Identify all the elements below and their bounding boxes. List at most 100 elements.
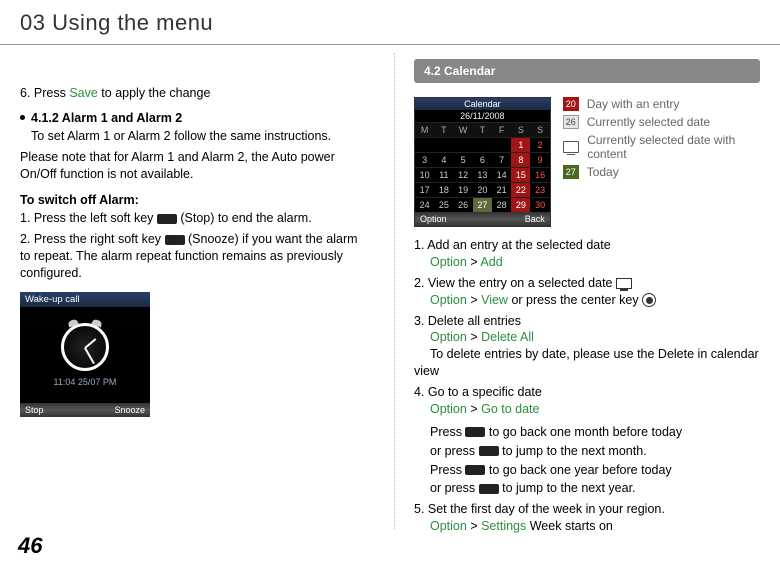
cal-cell: 26 bbox=[453, 197, 472, 212]
alarm-clock-icon bbox=[61, 323, 109, 371]
legend-text: Day with an entry bbox=[587, 97, 680, 111]
cal-day-head: S bbox=[511, 122, 530, 137]
screen-icon bbox=[616, 278, 632, 289]
step-6: 6. Press Save to apply the change bbox=[20, 85, 366, 102]
text: to jump to the next year. bbox=[499, 481, 636, 495]
cal-cell: 22 bbox=[511, 182, 530, 197]
text: to go back one month before today bbox=[485, 425, 682, 439]
cal-cell: 24 bbox=[415, 197, 434, 212]
switch-off-title: To switch off Alarm: bbox=[20, 192, 366, 209]
cal-day-head: S bbox=[530, 122, 549, 137]
cal-cell: 30 bbox=[530, 197, 549, 212]
cal-cell bbox=[434, 137, 453, 152]
nav-key-icon bbox=[465, 427, 485, 437]
text: To delete entries by date, please use th… bbox=[414, 347, 759, 378]
cal-day-head: T bbox=[473, 122, 492, 137]
cal-cell: 11 bbox=[434, 167, 453, 182]
text: 2. Press the right soft key bbox=[20, 232, 165, 246]
text: > bbox=[467, 255, 481, 269]
chapter-title: 03 Using the menu bbox=[20, 10, 760, 36]
cal-cell: 28 bbox=[492, 197, 511, 212]
cal-cell bbox=[415, 137, 434, 152]
cal-step-5: 5. Set the first day of the week in your… bbox=[414, 501, 760, 535]
page-header: 03 Using the menu bbox=[0, 0, 780, 45]
bell-right-icon bbox=[91, 318, 102, 327]
softkey-option[interactable]: Option bbox=[420, 214, 447, 224]
cal-cell: 16 bbox=[530, 167, 549, 182]
softkey-back[interactable]: Back bbox=[525, 214, 545, 224]
cal-day-head: M bbox=[415, 122, 434, 137]
page-content: 6. Press Save to apply the change 4.1.2 … bbox=[0, 45, 780, 539]
wakeup-title: Wake-up call bbox=[20, 292, 150, 307]
cal-cell bbox=[453, 137, 472, 152]
cal-cell: 1 bbox=[511, 137, 530, 152]
text: or press the center key bbox=[508, 293, 642, 307]
legend-text: Currently selected date with content bbox=[587, 133, 760, 161]
cal-cell bbox=[473, 137, 492, 152]
section-bar-calendar: 4.2 Calendar bbox=[414, 59, 760, 83]
softkey-snooze[interactable]: Snooze bbox=[114, 405, 145, 415]
text: 3. Delete all entries bbox=[414, 314, 521, 328]
legend-box-green-icon: 27 bbox=[563, 165, 579, 179]
switch-step-1: 1. Press the left soft key (Stop) to end… bbox=[20, 210, 366, 227]
calendar-and-legend: Calendar 26/11/2008 M T W T F S S 12 345… bbox=[414, 97, 760, 227]
text: > bbox=[467, 293, 481, 307]
text: or press bbox=[430, 444, 479, 458]
cal-cell: 2 bbox=[530, 137, 549, 152]
cal-step-3: 3. Delete all entries Option > Delete Al… bbox=[414, 313, 760, 381]
left-column: 6. Press Save to apply the change 4.1.2 … bbox=[0, 45, 380, 539]
wakeup-screenshot: Wake-up call 11:04 25/07 PM Stop Snooze bbox=[20, 292, 150, 417]
text: 4. Go to a specific date bbox=[414, 385, 542, 399]
cal-cell: 14 bbox=[492, 167, 511, 182]
nav-key-icon bbox=[479, 484, 499, 494]
switch-off-steps: 1. Press the left soft key (Stop) to end… bbox=[20, 210, 366, 282]
cal-date: 26/11/2008 bbox=[415, 110, 550, 122]
text: Press bbox=[430, 463, 465, 477]
text: > bbox=[467, 402, 481, 416]
nav-key-icon bbox=[479, 446, 499, 456]
cal-day-head: T bbox=[434, 122, 453, 137]
cal-day-head: F bbox=[492, 122, 511, 137]
text: Week starts on bbox=[526, 519, 613, 533]
legend-screen-icon bbox=[563, 141, 580, 153]
wakeup-softkeys: Stop Snooze bbox=[20, 403, 150, 417]
cal-cell: 5 bbox=[453, 152, 472, 167]
text: 1. Add an entry at the selected date bbox=[414, 238, 611, 252]
cal-day-head: W bbox=[453, 122, 472, 137]
text: 2. View the entry on a selected date bbox=[414, 276, 616, 290]
save-link: Save bbox=[69, 86, 98, 100]
legend-box-red-icon: 20 bbox=[563, 97, 579, 111]
cal-cell: 6 bbox=[473, 152, 492, 167]
go-to-date-link: Go to date bbox=[481, 402, 539, 416]
cal-cell: 19 bbox=[453, 182, 472, 197]
cal-cell: 18 bbox=[434, 182, 453, 197]
option-link: Option bbox=[430, 330, 467, 344]
settings-link: Settings bbox=[481, 519, 526, 533]
legend-box-grey-icon: 26 bbox=[563, 115, 579, 129]
page-number: 46 bbox=[18, 533, 42, 559]
cal-cell: 17 bbox=[415, 182, 434, 197]
bullet-icon bbox=[20, 115, 25, 120]
delete-all-link: Delete All bbox=[481, 330, 534, 344]
cal-cell: 15 bbox=[511, 167, 530, 182]
softkey-right-icon bbox=[165, 235, 185, 245]
right-column: 4.2 Calendar Calendar 26/11/2008 M T W T… bbox=[394, 45, 774, 539]
cal-cell: 8 bbox=[511, 152, 530, 167]
text: to go back one year before today bbox=[485, 463, 671, 477]
cal-step-2: 2. View the entry on a selected date Opt… bbox=[414, 275, 760, 309]
switch-step-2: 2. Press the right soft key (Snooze) if … bbox=[20, 231, 366, 282]
text: (Stop) to end the alarm. bbox=[177, 211, 312, 225]
cal-softkeys: Option Back bbox=[415, 212, 550, 226]
cal-cell: 23 bbox=[530, 182, 549, 197]
legend-today: 27 Today bbox=[563, 165, 760, 179]
text: 5. Set the first day of the week in your… bbox=[414, 502, 665, 516]
legend-entry: 20 Day with an entry bbox=[563, 97, 760, 111]
nav-key-instructions: Press to go back one month before today … bbox=[414, 424, 760, 498]
cal-cell: 29 bbox=[511, 197, 530, 212]
cal-cell: 9 bbox=[530, 152, 549, 167]
cal-cell: 13 bbox=[473, 167, 492, 182]
text: > bbox=[467, 330, 481, 344]
softkey-stop[interactable]: Stop bbox=[25, 405, 44, 415]
cal-step-4: 4. Go to a specific date Option > Go to … bbox=[414, 384, 760, 497]
column-divider bbox=[394, 53, 395, 529]
